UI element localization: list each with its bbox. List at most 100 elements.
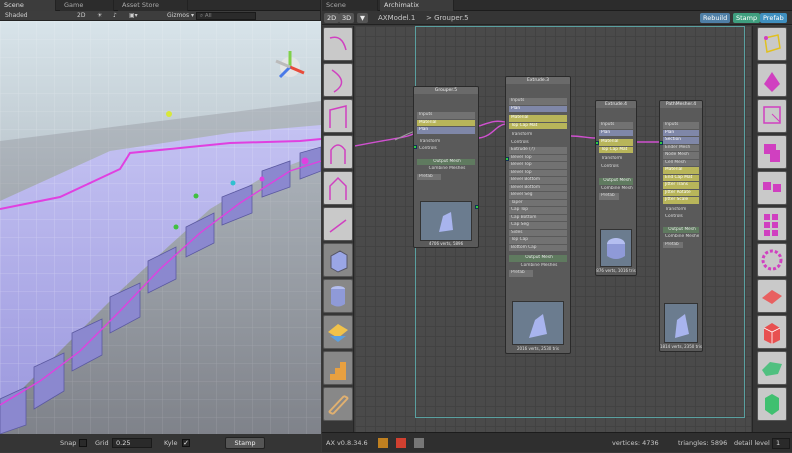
pathmesher-row-jitter-rot[interactable]: Jitter Rotate	[663, 189, 699, 196]
extrude2-row-topcap[interactable]: Top Cap Mat	[599, 146, 633, 153]
fence-mesh-icon[interactable]	[323, 387, 353, 421]
extrude-row-transform[interactable]: Transform	[509, 132, 567, 139]
pathmesher-combine-btn[interactable]: Combine Meshes	[663, 234, 699, 241]
repeater-icon[interactable]	[757, 63, 787, 97]
pathmesher-socket-icon[interactable]	[660, 141, 663, 145]
grid-view-icon[interactable]	[414, 438, 424, 448]
extruded-icon[interactable]	[757, 387, 787, 421]
grouper-output[interactable]: Output Mesh	[417, 158, 475, 165]
model-name[interactable]: AXModel.1	[378, 11, 415, 25]
pathmesher-output[interactable]: Output Mesh	[663, 226, 699, 233]
plane-icon[interactable]	[757, 279, 787, 313]
radial-repeater-icon[interactable]	[757, 243, 787, 277]
extrude-param[interactable]: Bevel Top	[509, 154, 567, 161]
extrude2-prefab-btn[interactable]: Prefab	[599, 193, 619, 200]
grouper-prefab-btn[interactable]: Prefab	[417, 173, 441, 180]
extrude2-row-plan[interactable]: Plan	[599, 129, 633, 136]
grouper-icon[interactable]	[757, 27, 787, 61]
stamp-button[interactable]: Stamp	[733, 13, 761, 23]
extrude-row-inputs[interactable]: Inputs	[509, 98, 567, 105]
curve-icon[interactable]	[323, 63, 353, 97]
extrude-row-plan[interactable]: Plan	[509, 105, 567, 112]
gable-icon[interactable]	[323, 171, 353, 205]
library-icon[interactable]	[396, 438, 406, 448]
extrude2-socket-icon[interactable]	[596, 141, 599, 145]
grouper-socket-icon[interactable]	[414, 145, 417, 149]
pathmesher-row-controls[interactable]: Controls	[663, 214, 699, 221]
extrude2-row-controls[interactable]: Controls	[599, 164, 633, 171]
extrude2-row-inputs[interactable]: Inputs	[599, 122, 633, 129]
rebuild-button[interactable]: Rebuild	[700, 13, 731, 23]
grouper-node[interactable]: Grouper.5 Inputs Material Plan Transform…	[413, 86, 479, 248]
grouper-row-controls[interactable]: Controls	[417, 146, 475, 153]
extrude-param[interactable]: Top Cap	[509, 237, 567, 244]
pathmesher-row-cell[interactable]: Cell Mesh	[663, 159, 699, 166]
tab-asset-store[interactable]: Asset Store	[118, 0, 188, 11]
shape-offset-icon[interactable]	[757, 99, 787, 133]
extrude-param[interactable]: Bevel Seg	[509, 192, 567, 199]
extrude-prefab-btn[interactable]: Prefab	[509, 270, 533, 277]
audio-toggle-icon[interactable]: ♪	[110, 11, 120, 21]
stamp-button-scene[interactable]: Stamp	[225, 437, 265, 449]
extrude-output[interactable]: Output Mesh	[509, 255, 567, 262]
pathmesher-row-section[interactable]: Section	[663, 137, 699, 144]
pathmesher-row-transform[interactable]: Transform	[663, 207, 699, 214]
mode-2d-button[interactable]: 2D	[74, 11, 88, 21]
folder-icon[interactable]	[378, 438, 388, 448]
polygon-icon[interactable]	[323, 99, 353, 133]
shape-combine-icon[interactable]	[757, 171, 787, 205]
tab-scene[interactable]: Scene	[0, 0, 56, 11]
tab-archimatix[interactable]: Archimatix	[380, 0, 454, 11]
grouper-combine-btn[interactable]: Combine Meshes	[417, 166, 475, 173]
tab-game[interactable]: Game	[60, 0, 114, 11]
extrude2-combine-btn[interactable]: Combine Meshes	[599, 186, 633, 193]
arch-icon[interactable]	[323, 135, 353, 169]
extrude2-node[interactable]: Extrude.4 Inputs Plan Material Top Cap M…	[595, 100, 637, 276]
extrude2-output[interactable]: Output Mesh	[599, 178, 633, 185]
arc-icon[interactable]	[323, 27, 353, 61]
extrude-param[interactable]: Extrude (?)	[509, 147, 567, 154]
tab-scene-2[interactable]: Scene	[322, 0, 378, 11]
extrude-param[interactable]: Cap Top	[509, 207, 567, 214]
lofted-icon[interactable]	[757, 351, 787, 385]
menu-dropdown-icon[interactable]: ▼	[357, 13, 368, 23]
extrude-socket-icon[interactable]	[506, 157, 509, 161]
extrude-param[interactable]: Cap Seg	[509, 222, 567, 229]
shape-merge-icon[interactable]	[757, 135, 787, 169]
btn-3d[interactable]: 3D	[339, 13, 355, 23]
extrude-param[interactable]: Bevel Bottom	[509, 177, 567, 184]
extrude-row-controls[interactable]: Controls	[509, 140, 567, 147]
pathmesher-row-inputs[interactable]: Inputs	[663, 122, 699, 129]
grid-field[interactable]: 0.25	[112, 438, 152, 448]
grouper-row-transform[interactable]: Transform	[417, 139, 475, 146]
pathmesher-row-jitter-trans[interactable]: Jitter Trans	[663, 182, 699, 189]
cylinder-mesh-icon[interactable]	[323, 279, 353, 313]
pathmesher-node[interactable]: PathMesher.4 Inputs Plan Section Ender M…	[659, 100, 703, 352]
extrude-param[interactable]: Sides	[509, 229, 567, 236]
grouper-output-socket-icon[interactable]	[475, 205, 478, 209]
tile-mesh-icon[interactable]	[323, 315, 353, 349]
grid-repeater-icon[interactable]	[757, 207, 787, 241]
breadcrumb[interactable]: > Grouper.5	[426, 11, 469, 25]
detail-level-field[interactable]: 1	[772, 438, 790, 449]
stairs-mesh-icon[interactable]	[323, 351, 353, 385]
extrude-param[interactable]: Bevel Top	[509, 169, 567, 176]
pathmesher-prefab-btn[interactable]: Prefab	[663, 241, 683, 248]
pathmesher-row-ender[interactable]: Ender Mesh	[663, 144, 699, 151]
extrude-param[interactable]: Bevel Bottom	[509, 184, 567, 191]
extrude-param[interactable]: Bottom Cap	[509, 244, 567, 251]
extrude-row-material[interactable]: Material	[509, 115, 567, 122]
grouper-row-inputs[interactable]: Inputs	[417, 112, 475, 119]
btn-2d[interactable]: 2D	[324, 13, 340, 23]
gizmos-dropdown[interactable]: Gizmos ▾	[164, 11, 197, 21]
pathmesher-row-plan[interactable]: Plan	[663, 129, 699, 136]
pathmesher-row-jitter-scale[interactable]: Jitter Scale	[663, 197, 699, 204]
pathmesher-row-endcap[interactable]: End Cap Mat	[663, 174, 699, 181]
snap-checkbox[interactable]	[79, 439, 87, 447]
pathmesher-row-material[interactable]: Material	[663, 167, 699, 174]
extrude-param[interactable]: Cap Bottom	[509, 214, 567, 221]
cube-icon[interactable]	[757, 315, 787, 349]
extrude-row-topcap[interactable]: Top Cap Mat	[509, 122, 567, 129]
extrude-param[interactable]: Bevel Top	[509, 162, 567, 169]
scene-search-input[interactable]: ⌕ All	[196, 12, 256, 20]
